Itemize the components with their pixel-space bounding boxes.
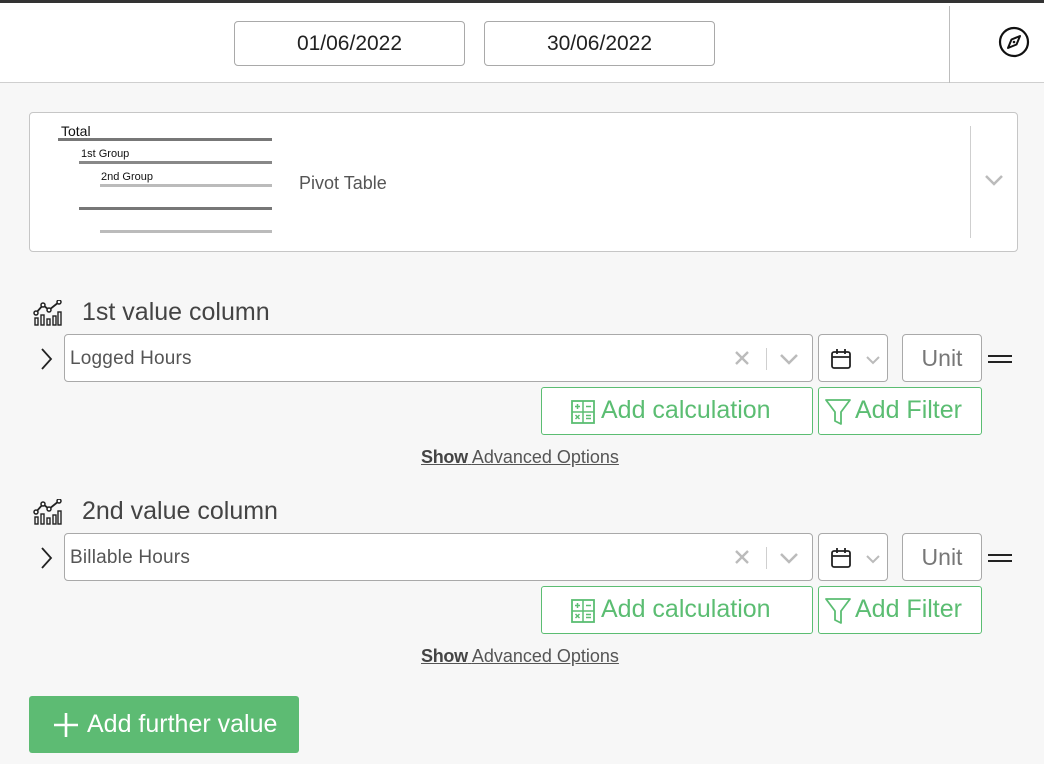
clear-icon[interactable] bbox=[733, 349, 751, 367]
advanced-options-text: Advanced Options bbox=[471, 447, 619, 467]
chevron-down-icon bbox=[866, 555, 880, 564]
show-text: Show bbox=[421, 646, 468, 666]
add-filter-button[interactable]: Add Filter bbox=[818, 586, 982, 634]
chevron-down-icon[interactable] bbox=[778, 551, 800, 565]
value-column-title: 1st value column bbox=[82, 298, 270, 326]
date-grouping-select[interactable] bbox=[818, 533, 888, 581]
preview-bar bbox=[79, 161, 272, 164]
preview-bar bbox=[100, 230, 272, 233]
calendar-icon bbox=[831, 349, 851, 369]
select-divider bbox=[766, 348, 767, 370]
unit-input[interactable]: Unit bbox=[902, 334, 982, 382]
value-column-title: 2nd value column bbox=[82, 497, 278, 525]
value-select[interactable]: Billable Hours bbox=[64, 533, 813, 581]
header-bar: 01/06/2022 30/06/2022 bbox=[0, 3, 1044, 83]
header-divider bbox=[949, 6, 950, 83]
chevron-down-icon[interactable] bbox=[778, 352, 800, 366]
select-divider bbox=[766, 547, 767, 569]
add-filter-label: Add Filter bbox=[855, 396, 962, 424]
add-calculation-label: Add calculation bbox=[601, 595, 771, 623]
drag-handle-icon[interactable] bbox=[988, 553, 1012, 563]
show-advanced-options-link[interactable]: Show Advanced Options bbox=[421, 646, 619, 667]
drag-handle-icon[interactable] bbox=[988, 354, 1012, 364]
chevron-right-icon[interactable] bbox=[38, 546, 54, 570]
chevron-right-icon[interactable] bbox=[38, 347, 54, 371]
preview-total-label: Total bbox=[61, 123, 91, 139]
value-select-text: Billable Hours bbox=[70, 547, 191, 568]
select-divider bbox=[970, 126, 971, 238]
chevron-down-icon bbox=[866, 356, 880, 365]
unit-input[interactable]: Unit bbox=[902, 533, 982, 581]
filter-icon bbox=[825, 598, 851, 624]
layout-name: Pivot Table bbox=[299, 173, 387, 193]
preview-group2-label: 2nd Group bbox=[101, 171, 153, 183]
add-calculation-button[interactable]: Add calculation bbox=[541, 586, 813, 634]
chart-icon bbox=[33, 300, 62, 326]
layout-select[interactable]: Total 1st Group 2nd Group Pivot Table bbox=[29, 112, 1018, 252]
end-date-input[interactable]: 30/06/2022 bbox=[484, 21, 715, 66]
add-filter-button[interactable]: Add Filter bbox=[818, 387, 982, 435]
preview-bar bbox=[58, 138, 272, 141]
value-select-text: Logged Hours bbox=[70, 348, 192, 369]
add-further-value-label: Add further value bbox=[87, 710, 278, 738]
calendar-icon bbox=[831, 548, 851, 568]
calculator-icon bbox=[571, 400, 595, 424]
advanced-options-text: Advanced Options bbox=[471, 646, 619, 666]
preview-bar bbox=[100, 184, 272, 187]
chart-icon bbox=[33, 499, 62, 525]
start-date-input[interactable]: 01/06/2022 bbox=[234, 21, 465, 66]
add-calculation-button[interactable]: Add calculation bbox=[541, 387, 813, 435]
show-advanced-options-link[interactable]: Show Advanced Options bbox=[421, 447, 619, 468]
add-calculation-label: Add calculation bbox=[601, 396, 771, 424]
preview-group1-label: 1st Group bbox=[81, 148, 130, 160]
add-further-value-button[interactable]: Add further value bbox=[29, 696, 299, 753]
chevron-down-icon[interactable] bbox=[983, 173, 1005, 187]
show-text: Show bbox=[421, 447, 468, 467]
calculator-icon bbox=[571, 599, 595, 623]
date-grouping-select[interactable] bbox=[818, 334, 888, 382]
preview-bar bbox=[79, 207, 272, 210]
filter-icon bbox=[825, 399, 851, 425]
add-filter-label: Add Filter bbox=[855, 595, 962, 623]
value-select[interactable]: Logged Hours bbox=[64, 334, 813, 382]
clear-icon[interactable] bbox=[733, 548, 751, 566]
plus-icon bbox=[54, 713, 78, 737]
compass-icon[interactable] bbox=[998, 26, 1030, 58]
